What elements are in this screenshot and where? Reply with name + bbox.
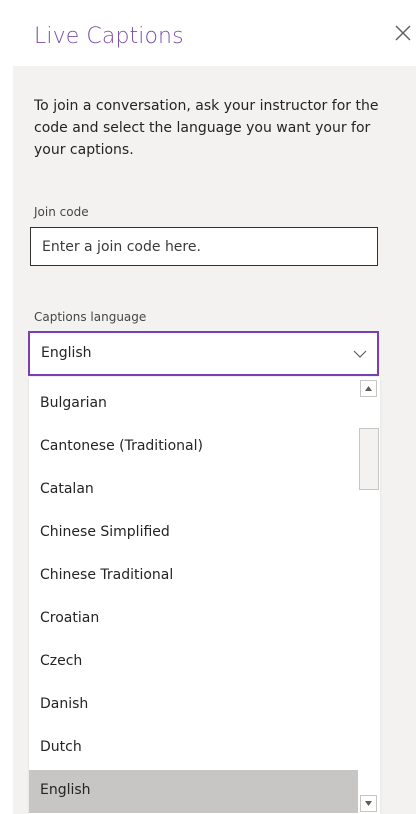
dropdown-scrollbar[interactable] [358,377,380,814]
language-option-english[interactable]: English [29,770,358,813]
option-label: Bulgarian [40,395,107,411]
scroll-thumb[interactable] [359,428,379,490]
option-label: Danish [40,696,89,712]
language-option-dutch[interactable]: Dutch [29,727,358,770]
language-dropdown-list: Bulgarian Cantonese (Traditional) Catala… [29,377,380,814]
scroll-down-button[interactable] [360,795,377,812]
close-icon [395,25,411,41]
language-option-catalan[interactable]: Catalan [29,469,358,512]
captions-language-label: Captions language [34,310,147,324]
option-label: Catalan [40,481,94,497]
option-label: Chinese Traditional [40,567,174,583]
language-option-czech[interactable]: Czech [29,641,358,684]
option-label: Croatian [40,610,100,626]
language-option-croatian[interactable]: Croatian [29,598,358,641]
language-option-chinese-traditional[interactable]: Chinese Traditional [29,555,358,598]
option-label: Dutch [40,739,82,755]
language-option-danish[interactable]: Danish [29,684,358,727]
scroll-down-arrow-icon [365,801,372,806]
captions-language-select[interactable]: English [28,331,379,376]
panel-title: Live Captions [34,24,184,49]
language-option-cantonese-traditional[interactable]: Cantonese (Traditional) [29,426,358,469]
selected-language: English [41,345,92,361]
instructions-text: To join a conversation, ask your instruc… [34,98,379,158]
chevron-down-icon [353,350,367,358]
join-code-label: Join code [34,205,89,219]
option-label: Cantonese (Traditional) [40,438,203,454]
language-option-chinese-simplified[interactable]: Chinese Simplified [29,512,358,555]
language-option-bulgarian[interactable]: Bulgarian [29,383,358,426]
live-captions-panel: Live Captions To join a conversation, as… [13,8,416,814]
scroll-up-button[interactable] [360,380,377,397]
option-label: English [40,782,91,798]
close-button[interactable] [392,22,414,44]
scroll-up-arrow-icon [365,386,372,391]
option-label: Chinese Simplified [40,524,170,540]
join-code-input[interactable] [30,227,378,266]
option-label: Czech [40,653,83,669]
panel-header: Live Captions [13,8,416,66]
